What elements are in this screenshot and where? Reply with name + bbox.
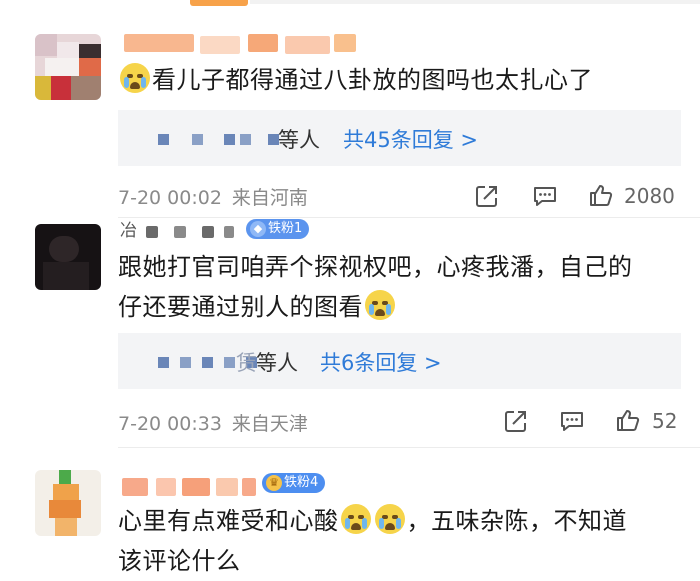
comment-meta: 7-20 00:33 来自天津 (118, 409, 308, 436)
like-count: 2080 (624, 184, 675, 208)
crown-icon: ♛ (266, 475, 282, 491)
diamond-icon: ◆ (250, 221, 266, 237)
timestamp: 7-20 00:33 (118, 413, 222, 435)
comment-icon[interactable] (532, 183, 558, 209)
like-count: 52 (652, 409, 678, 433)
avatar[interactable] (35, 470, 101, 536)
share-icon[interactable] (474, 183, 500, 209)
comment-text: 心里有点难受和心酸 ，五味杂陈，不知道 该评论什么 (118, 501, 670, 581)
reply-suffix: 等人 (278, 128, 320, 152)
crying-face-icon (120, 63, 150, 93)
top-strip (0, 0, 700, 12)
username-blurred[interactable]: 冶 (120, 218, 250, 242)
location: 来自河南 (231, 187, 308, 209)
reply-count-link[interactable]: 共6条回复 > (320, 347, 442, 377)
comment-text: 看儿子都得通过八卦放的图吗也太扎心了 (118, 60, 670, 100)
reply-preview[interactable]: 赁 等人 共6条回复 > (118, 333, 681, 389)
reply-partial-char: 赁 (236, 351, 257, 375)
divider (118, 447, 700, 448)
reply-suffix: 等人 (256, 351, 298, 375)
reply-preview[interactable]: 等人 共45条回复 > (118, 110, 681, 166)
avatar[interactable] (35, 34, 101, 100)
share-icon[interactable] (503, 408, 529, 434)
thumbs-up-icon[interactable] (588, 182, 614, 208)
comment-icon[interactable] (559, 408, 585, 434)
top-accent (190, 0, 248, 6)
username-blurred[interactable] (120, 30, 360, 54)
location: 来自天津 (231, 413, 308, 435)
crying-face-icon (340, 504, 371, 534)
top-divider (250, 0, 700, 4)
fan-badge[interactable]: ◆ 铁粉1 (246, 219, 310, 239)
comment-meta: 7-20 00:02 来自河南 (118, 183, 308, 210)
comment-text: 跟她打官司咱弄个探视权吧，心疼我潘，自己的 仔还要通过别人的图看 (118, 253, 633, 321)
thumbs-up-icon[interactable] (615, 407, 641, 433)
avatar[interactable] (35, 224, 101, 290)
timestamp: 7-20 00:02 (118, 187, 222, 209)
fan-badge[interactable]: ♛ 铁粉4 (262, 473, 326, 493)
crying-face-icon (365, 290, 395, 320)
reply-count-link[interactable]: 共45条回复 > (343, 124, 478, 154)
username-first-char: 冶 (120, 221, 137, 241)
crying-face-icon (374, 504, 405, 534)
username-blurred[interactable] (120, 472, 260, 496)
